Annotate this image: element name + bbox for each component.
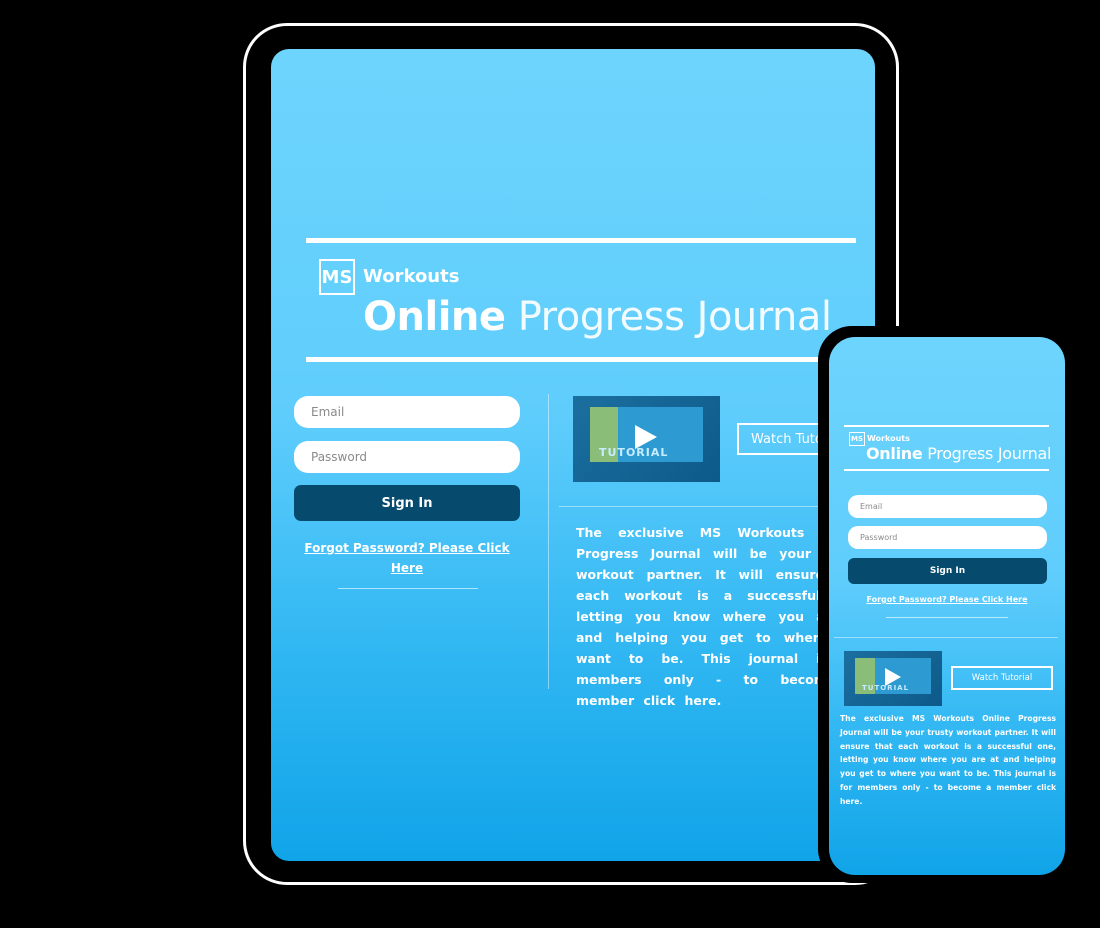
password-field[interactable]: Password bbox=[294, 441, 520, 473]
email-field[interactable]: Email bbox=[294, 396, 520, 428]
header-bottom-rule bbox=[306, 357, 856, 362]
tablet-screen: MS Workouts Online Progress Journal Emai… bbox=[271, 49, 875, 861]
header-top-rule bbox=[306, 238, 856, 243]
description-text: The exclusive MS Workouts Online Progres… bbox=[840, 714, 1056, 806]
thumbnail-tag: TUTORIAL bbox=[599, 446, 669, 459]
phone-screen: MS Workouts Online Progress Journal Emai… bbox=[829, 337, 1065, 875]
tutorial-video-thumbnail[interactable]: TUTORIAL bbox=[573, 396, 720, 482]
section-divider bbox=[834, 637, 1058, 638]
tutorial-video-thumbnail[interactable]: TUTORIAL bbox=[844, 651, 942, 706]
sign-in-button[interactable]: Sign In bbox=[294, 485, 520, 521]
email-field[interactable]: Email bbox=[848, 495, 1047, 518]
sign-in-button[interactable]: Sign In bbox=[848, 558, 1047, 584]
forgot-password-link[interactable]: Forgot Password? Please Click Here bbox=[301, 538, 513, 578]
password-field[interactable]: Password bbox=[848, 526, 1047, 549]
page-title: Online Progress Journal bbox=[363, 294, 832, 340]
login-divider bbox=[886, 617, 1008, 618]
page-title-bold: Online bbox=[363, 294, 506, 340]
header-bottom-rule bbox=[844, 469, 1049, 471]
watch-tutorial-button[interactable]: Watch Tutorial bbox=[951, 666, 1053, 690]
logo-wordmark: Workouts bbox=[363, 266, 460, 287]
page-title-bold: Online bbox=[866, 444, 923, 463]
login-divider bbox=[338, 588, 478, 589]
ms-logo-icon: MS bbox=[319, 259, 355, 295]
page-title-light: Progress Journal bbox=[517, 294, 832, 340]
header-top-rule bbox=[844, 425, 1049, 427]
page-title: Online Progress Journal bbox=[866, 444, 1051, 463]
page-title-light: Progress Journal bbox=[927, 444, 1052, 463]
ms-logo-icon: MS bbox=[849, 432, 865, 446]
play-icon[interactable] bbox=[885, 668, 901, 686]
forgot-password-link[interactable]: Forgot Password? Please Click Here bbox=[849, 595, 1045, 604]
play-icon[interactable] bbox=[635, 425, 657, 449]
become-member-link[interactable]: click here bbox=[643, 693, 716, 708]
logo-wordmark: Workouts bbox=[867, 434, 910, 443]
column-divider bbox=[548, 394, 549, 689]
